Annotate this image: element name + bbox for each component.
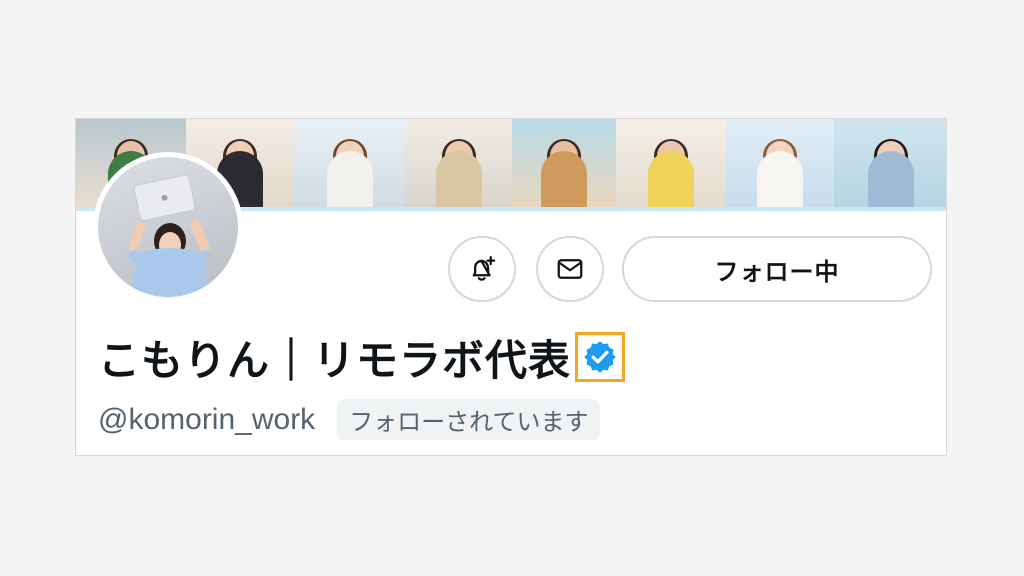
bell-plus-icon xyxy=(472,256,496,281)
user-handle: @komorin_work xyxy=(98,402,316,436)
banner-photo xyxy=(616,119,726,207)
following-button[interactable]: フォロー中 xyxy=(622,236,932,302)
display-name-row: こもりん｜リモラボ代表 xyxy=(98,327,626,387)
banner-photo xyxy=(406,119,512,207)
profile-avatar[interactable] xyxy=(93,152,243,302)
profile-card: フォロー中 こもりん｜リモラボ代表 @komorin_work フォローされてい… xyxy=(75,118,947,456)
following-button-label: フォロー中 xyxy=(714,257,840,286)
banner-photo xyxy=(512,119,616,207)
avatar-photo xyxy=(98,157,238,297)
message-button[interactable] xyxy=(536,236,604,302)
envelope-icon xyxy=(557,259,583,279)
banner-photo xyxy=(294,119,406,207)
banner-photo xyxy=(726,119,834,207)
notify-button[interactable] xyxy=(448,236,516,302)
avatar-illustration xyxy=(128,174,212,297)
handle-row: @komorin_work フォローされています xyxy=(98,399,601,440)
banner-photo xyxy=(834,119,946,207)
display-name: こもりん｜リモラボ代表 xyxy=(98,335,572,385)
verified-badge-icon[interactable] xyxy=(582,339,618,375)
follows-you-badge: フォローされています xyxy=(337,399,601,440)
verified-highlight xyxy=(575,332,626,382)
